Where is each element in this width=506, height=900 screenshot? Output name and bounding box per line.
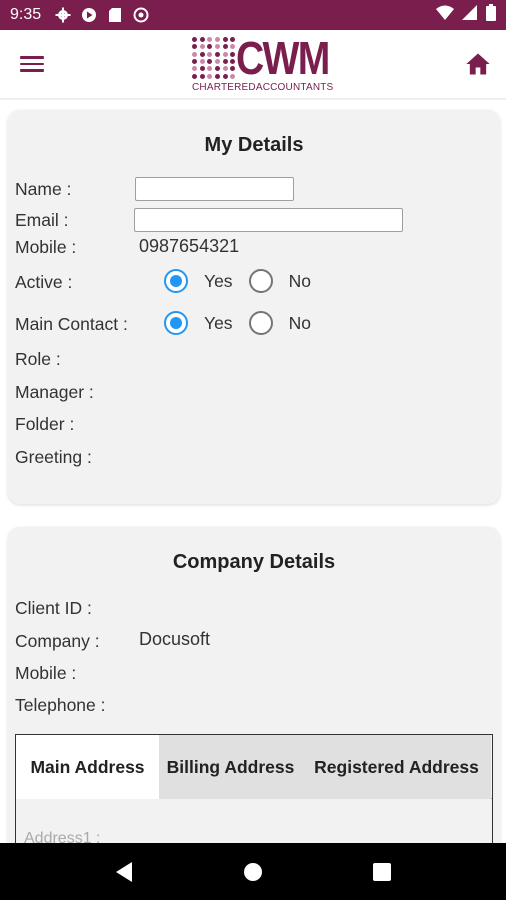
- role-label: Role :: [15, 349, 61, 369]
- company-mobile-label: Mobile :: [15, 663, 77, 683]
- mobile-label: Mobile :: [15, 237, 77, 257]
- address-tab-row: Main Address Billing Address Registered …: [16, 735, 492, 799]
- tab-main-address[interactable]: Main Address: [16, 735, 159, 799]
- name-label: Name :: [15, 179, 72, 199]
- signal-icon: [462, 4, 478, 26]
- company-value: Docusoft: [139, 629, 211, 649]
- company-logo: CWM CHARTEREDACCOUNTANTS: [192, 32, 333, 95]
- telephone-label: Telephone :: [15, 695, 106, 715]
- company-details-card: Company Details Client ID : Company : Do…: [8, 527, 500, 874]
- logo-wordmark: CWM: [236, 32, 330, 84]
- company-details-title: Company Details: [172, 551, 336, 573]
- company-label: Company :: [15, 631, 100, 651]
- logo-dots-icon: [192, 37, 236, 79]
- tab-registered-address[interactable]: Registered Address: [302, 735, 491, 799]
- active-no-label: No: [288, 270, 311, 291]
- sync-icon: [133, 7, 149, 23]
- active-yes-label: Yes: [204, 270, 233, 291]
- home-nav-icon[interactable]: [233, 852, 273, 892]
- settings-icon: [55, 7, 71, 23]
- my-details-title: My Details: [204, 134, 304, 156]
- sd-card-icon: [107, 7, 123, 23]
- wifi-icon: [436, 5, 454, 26]
- status-bar: 9:35: [0, 0, 506, 30]
- active-radio-group: Yes No: [164, 269, 327, 293]
- client-id-label: Client ID :: [15, 598, 92, 618]
- active-no-radio[interactable]: No: [248, 269, 311, 293]
- main-contact-yes-radio[interactable]: Yes: [164, 311, 233, 335]
- radio-checked-icon: [164, 269, 188, 293]
- tab-billing-address[interactable]: Billing Address: [159, 735, 302, 799]
- mobile-value: 0987654321: [139, 236, 240, 256]
- radio-unchecked-icon: [248, 269, 273, 293]
- active-yes-radio[interactable]: Yes: [164, 269, 233, 293]
- email-label: Email :: [15, 210, 69, 230]
- back-icon[interactable]: [104, 852, 144, 892]
- main-contact-radio-group: Yes No: [164, 311, 327, 335]
- main-contact-label: Main Contact :: [15, 314, 128, 334]
- radio-unchecked-icon: [248, 311, 273, 335]
- main-contact-yes-label: Yes: [204, 312, 233, 333]
- status-time: 9:35: [10, 6, 42, 23]
- main-contact-no-label: No: [288, 312, 311, 333]
- name-input[interactable]: [135, 177, 294, 201]
- system-nav-bar: [0, 843, 506, 900]
- app-header: CWM CHARTEREDACCOUNTANTS: [0, 30, 506, 100]
- logo-tagline: CHARTEREDACCOUNTANTS: [192, 82, 334, 93]
- radio-checked-icon: [164, 311, 188, 335]
- email-input[interactable]: [134, 208, 403, 232]
- recents-icon[interactable]: [362, 852, 402, 892]
- hamburger-menu-icon[interactable]: [20, 52, 50, 78]
- greeting-label: Greeting :: [15, 447, 92, 467]
- folder-label: Folder :: [15, 414, 75, 434]
- active-label: Active :: [15, 272, 73, 292]
- battery-icon: [486, 4, 496, 26]
- play-protect-icon: [81, 7, 97, 23]
- manager-label: Manager :: [15, 382, 94, 402]
- main-contact-no-radio[interactable]: No: [248, 311, 311, 335]
- my-details-card: My Details Name : Email : Mobile : 09876…: [8, 110, 500, 504]
- home-icon[interactable]: [464, 50, 494, 80]
